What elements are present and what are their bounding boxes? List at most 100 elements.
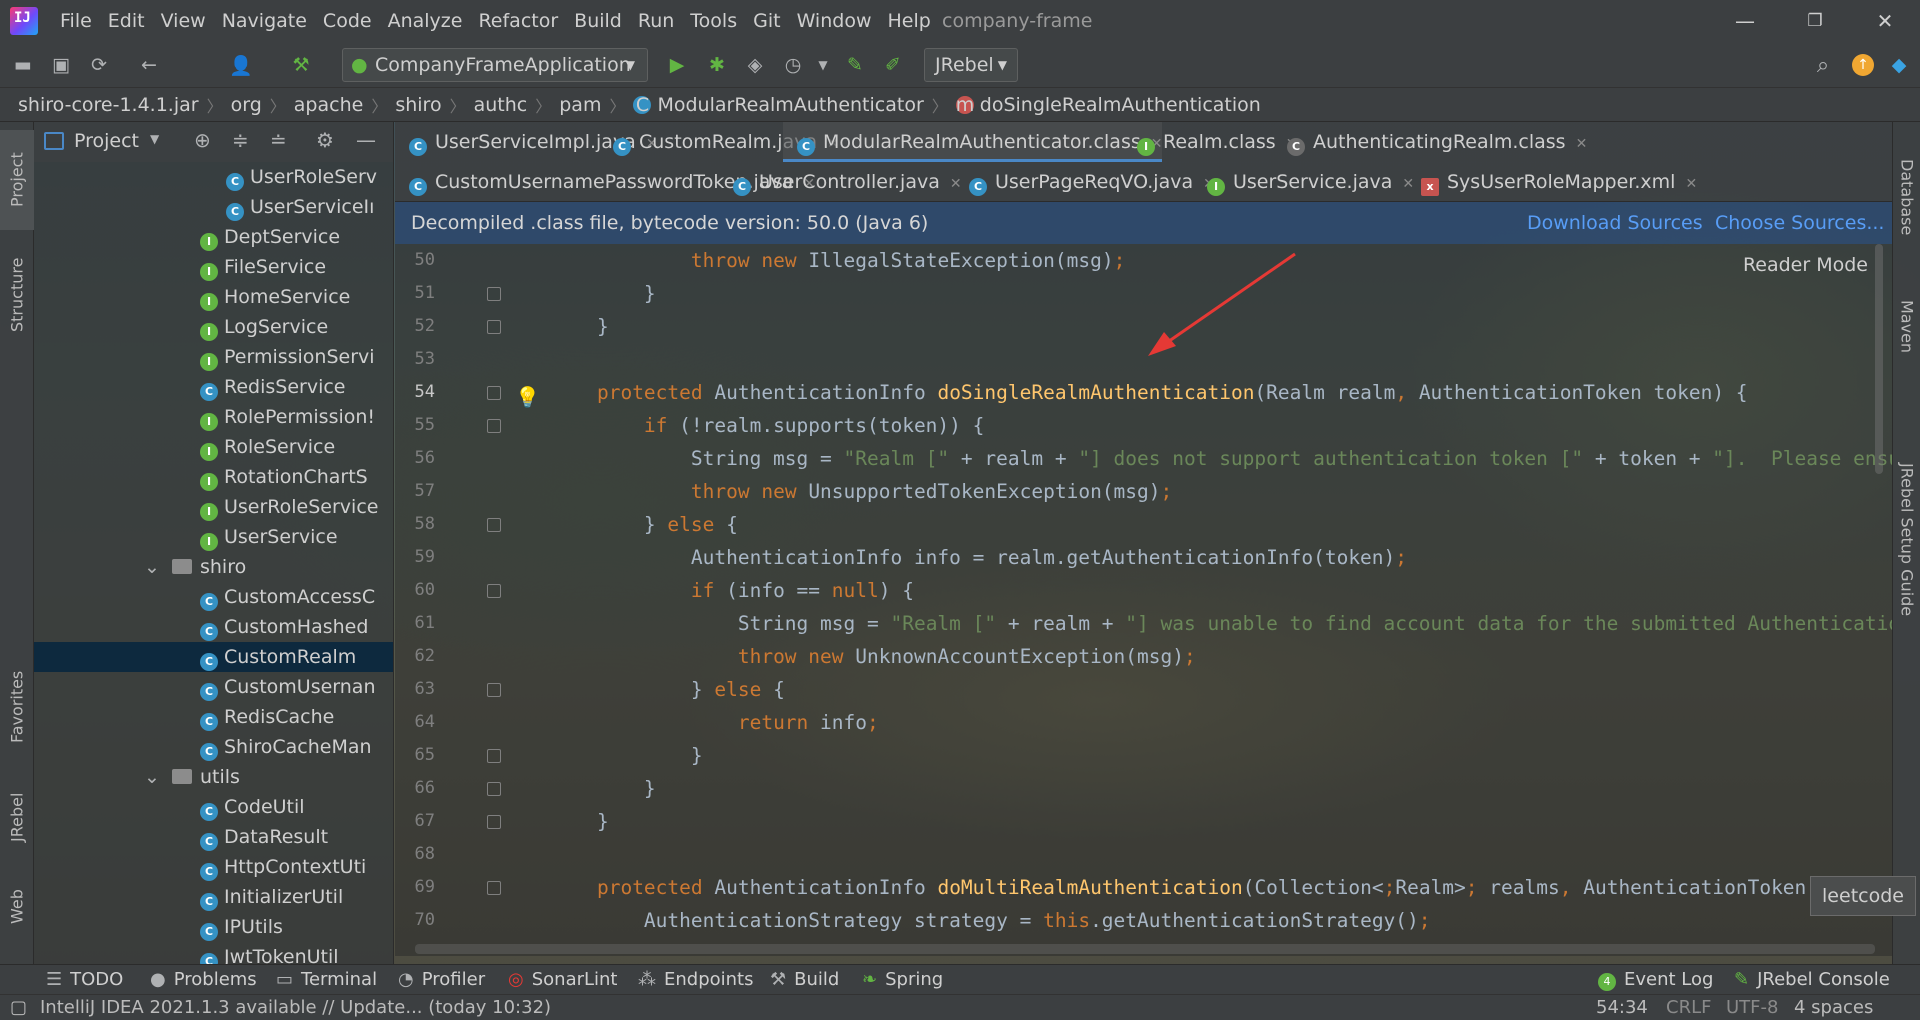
status-window-icon[interactable]: ▢ — [10, 995, 27, 1020]
coverage-icon[interactable]: ◈ — [740, 50, 770, 80]
menu-view[interactable]: View — [153, 0, 214, 42]
menu-navigate[interactable]: Navigate — [214, 0, 315, 42]
tool-tab-maven[interactable]: Maven — [1893, 272, 1920, 382]
plugin-icon[interactable]: ◆ — [1884, 50, 1914, 80]
menu-window[interactable]: Window — [789, 0, 880, 42]
locate-file-icon[interactable]: ⊕ — [194, 128, 211, 152]
tree-item[interactable]: C CustomUsernan — [34, 672, 393, 702]
menu-help[interactable]: Help — [879, 0, 938, 42]
tree-item[interactable]: C CustomHashed — [34, 612, 393, 642]
breadcrumb-shiro[interactable]: shiro — [395, 94, 441, 116]
tool-event-log[interactable]: 4 Event Log — [1598, 965, 1713, 995]
file-encoding[interactable]: UTF-8 — [1726, 995, 1778, 1020]
tree-item[interactable]: C ShiroCacheMan — [34, 732, 393, 762]
breadcrumb-method[interactable]: doSingleRealmAuthentication — [980, 94, 1261, 116]
tree-item[interactable]: I FileService — [34, 252, 393, 282]
menu-file[interactable]: File — [52, 0, 100, 42]
code-line[interactable]: } — [550, 772, 656, 805]
sync-icon[interactable]: ⟳ — [84, 50, 114, 80]
breadcrumb-org[interactable]: org — [231, 94, 262, 116]
fold-marker-icon[interactable] — [487, 749, 501, 763]
tree-item[interactable]: I PermissionServi — [34, 342, 393, 372]
tree-item[interactable]: C DataResult — [34, 822, 393, 852]
open-folder-icon[interactable]: ▬ — [8, 50, 38, 80]
tool-problems[interactable]: ● Problems — [150, 965, 257, 995]
tab-realm[interactable]: IRealm.class✕ — [1123, 122, 1297, 162]
project-panel-title[interactable]: Project — [74, 130, 139, 152]
save-all-icon[interactable]: ▣ — [46, 50, 76, 80]
code-line[interactable]: AuthenticationInfo info = realm.getAuthe… — [550, 541, 1407, 574]
tool-sonarlint[interactable]: ◎ SonarLint — [508, 965, 618, 995]
menu-run[interactable]: Run — [630, 0, 682, 42]
fold-marker-icon[interactable] — [487, 320, 501, 334]
code-line[interactable]: } — [550, 277, 656, 310]
debug-icon[interactable]: ✱ — [702, 50, 732, 80]
fold-marker-icon[interactable] — [487, 782, 501, 796]
close-icon[interactable]: ✕ — [1850, 0, 1920, 42]
view-mode-chevron-icon[interactable]: ▼ — [150, 132, 159, 146]
close-tab-icon[interactable]: ✕ — [1685, 176, 1697, 192]
update-icon[interactable]: ↑ — [1848, 50, 1878, 80]
tab-modularrealmauthenticator[interactable]: C ModularRealmAuthenticator.class ✕ — [783, 122, 1163, 162]
code-line[interactable]: if (!realm.supports(token)) { — [550, 409, 984, 442]
code-line[interactable]: AuthenticationStrategy strategy = this.g… — [550, 904, 1431, 937]
fold-marker-icon[interactable] — [487, 881, 501, 895]
lightbulb-icon[interactable]: 💡 — [515, 386, 540, 408]
code-line[interactable]: if (info == null) { — [550, 574, 914, 607]
download-sources-link[interactable]: Download Sources — [1527, 202, 1703, 244]
code-line[interactable]: throw new UnknownAccountException(msg); — [550, 640, 1196, 673]
run-configuration-select[interactable]: ● CompanyFrameApplication — [342, 48, 648, 82]
fold-marker-icon[interactable] — [487, 815, 501, 829]
search-icon[interactable]: ⌕ — [1808, 50, 1838, 80]
tree-item[interactable]: C CustomRealm — [34, 642, 393, 672]
code-line[interactable]: protected AuthenticationInfo doMultiReal… — [550, 871, 1853, 904]
code-line[interactable]: String msg = "Realm [" + realm + "] does… — [550, 442, 1892, 475]
settings-gear-icon[interactable]: ⚙ — [316, 128, 334, 152]
jrebel-run-icon[interactable]: ✎ — [840, 50, 870, 80]
indent-setting[interactable]: 4 spaces — [1794, 995, 1873, 1020]
menu-tools[interactable]: Tools — [682, 0, 745, 42]
tab-userservice[interactable]: I UserService.java ✕ — [1193, 162, 1414, 202]
tool-build[interactable]: ⚒ Build — [770, 965, 839, 995]
horizontal-scrollbar[interactable] — [415, 944, 1875, 954]
tree-folder[interactable]: ⌄ shiro — [34, 552, 393, 582]
tree-item[interactable]: C CustomAccessC — [34, 582, 393, 612]
tool-tab-database[interactable]: Database — [1893, 132, 1920, 262]
tab-sysuserrolemapper[interactable]: x SysUserRoleMapper.xml ✕ — [1407, 162, 1697, 202]
tool-tab-favorites[interactable]: Favorites — [0, 652, 34, 762]
fold-marker-icon[interactable] — [487, 518, 501, 532]
build-hammer-icon[interactable]: ⚒ — [286, 50, 316, 80]
breadcrumb-class[interactable]: ModularRealmAuthenticator — [657, 94, 923, 116]
minimize-icon[interactable]: — — [1710, 0, 1780, 42]
tree-item[interactable]: I DeptService — [34, 222, 393, 252]
tree-item[interactable]: C JwtTokenUtil — [34, 942, 393, 964]
fold-marker-icon[interactable] — [487, 584, 501, 598]
tree-folder[interactable]: ⌄ utils — [34, 762, 393, 792]
status-message[interactable]: IntelliJ IDEA 2021.1.3 available // Upda… — [40, 995, 551, 1020]
tool-todo[interactable]: ☰ TODO — [46, 965, 123, 995]
tree-item[interactable]: C RedisService — [34, 372, 393, 402]
code-line[interactable]: throw new IllegalStateException(msg); — [550, 244, 1125, 277]
code-line[interactable]: return info; — [550, 706, 879, 739]
code-line[interactable]: throw new UnsupportedTokenException(msg)… — [550, 475, 1172, 508]
tool-spring[interactable]: ❧ Spring — [862, 965, 943, 995]
tree-item[interactable]: I UserService — [34, 522, 393, 552]
tool-terminal[interactable]: ▭ Terminal — [276, 965, 377, 995]
fold-marker-icon[interactable] — [487, 419, 501, 433]
restore-icon[interactable]: ❐ — [1780, 0, 1850, 42]
fold-marker-icon[interactable] — [487, 287, 501, 301]
tree-item[interactable]: C HttpContextUti — [34, 852, 393, 882]
close-tab-icon[interactable]: ✕ — [1576, 136, 1588, 152]
breadcrumb-pam[interactable]: pam — [559, 94, 601, 116]
choose-sources-link[interactable]: Choose Sources... — [1715, 202, 1884, 244]
code-line[interactable]: protected AuthenticationInfo doSingleRea… — [550, 376, 1748, 409]
tab-usercontroller[interactable]: C UserController.java ✕ — [719, 162, 962, 202]
tree-item[interactable]: C UserServiceIı — [34, 192, 393, 222]
code-line[interactable]: } — [550, 310, 609, 343]
tab-authenticatingrealm[interactable]: C AuthenticatingRealm.class ✕ — [1273, 122, 1587, 162]
code-line[interactable]: } else { — [550, 673, 785, 706]
breadcrumb-jar[interactable]: shiro-core-1.4.1.jar — [18, 94, 199, 116]
tool-profiler[interactable]: ◔ Profiler — [398, 965, 485, 995]
jrebel-debug-icon[interactable]: ✐ — [878, 50, 908, 80]
run-icon[interactable]: ▶ — [662, 50, 692, 80]
